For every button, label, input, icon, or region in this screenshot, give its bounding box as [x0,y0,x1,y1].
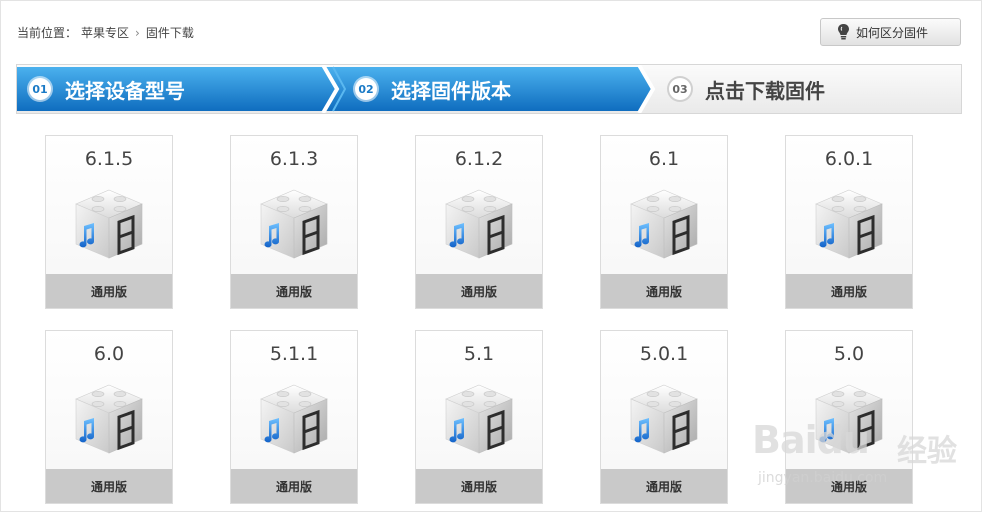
ipsw-cube-icon [812,186,886,262]
firmware-type-label: 通用版 [231,274,357,308]
firmware-version: 6.1.2 [454,148,504,170]
firmware-card[interactable]: 5.0.1 通用版 [600,330,728,504]
ipsw-cube-icon [442,381,516,457]
firmware-type-label: 通用版 [601,274,727,308]
firmware-type-label: 通用版 [46,274,172,308]
firmware-version: 6.1 [648,148,680,170]
firmware-card[interactable]: 5.1.1 通用版 [230,330,358,504]
firmware-type-label: 通用版 [46,469,172,503]
ipsw-cube-icon [257,186,331,262]
ipsw-cube-icon [627,186,701,262]
step-label: 点击下载固件 [705,78,825,103]
watermark-brand: Baidu [752,418,870,462]
step-label: 选择固件版本 [391,78,511,103]
how-to-distinguish-firmware-button[interactable]: 如何区分固件 [820,18,961,46]
ipsw-cube-icon [72,186,146,262]
step-select-firmware-version[interactable]: 02 选择固件版本 [355,65,511,113]
firmware-card[interactable]: 6.1.3 通用版 [230,135,358,309]
firmware-card[interactable]: 6.0.1 通用版 [785,135,913,309]
firmware-type-label: 通用版 [601,469,727,503]
watermark-brand-cn: 经验 [897,434,957,469]
step-select-device[interactable]: 01 选择设备型号 [29,65,185,113]
firmware-version: 5.0 [833,343,865,365]
breadcrumb-item-apple-zone[interactable]: 苹果专区 [81,24,129,41]
firmware-version: 5.1.1 [269,343,319,365]
ipsw-cube-icon [257,381,331,457]
step-number: 01 [29,78,51,100]
firmware-version: 5.0.1 [639,343,689,365]
lightbulb-icon [838,24,849,40]
step-number: 03 [669,78,691,100]
step-progress-bar: 01 选择设备型号 02 选择固件版本 03 点击下载固件 [16,64,962,114]
breadcrumb-item-firmware-download[interactable]: 固件下载 [146,24,194,41]
baidu-jingyan-watermark: Baidu 经验 jingyan.baidu.com [752,418,972,498]
firmware-card[interactable]: 6.1.5 通用版 [45,135,173,309]
firmware-version: 5.1 [463,343,495,365]
firmware-version: 6.1.5 [84,148,134,170]
firmware-card[interactable]: 6.1.2 通用版 [415,135,543,309]
firmware-card[interactable]: 6.0 通用版 [45,330,173,504]
breadcrumb: 当前位置： 苹果专区 › 固件下载 [17,24,194,41]
step-number: 02 [355,78,377,100]
firmware-card[interactable]: 5.1 通用版 [415,330,543,504]
help-button-label: 如何区分固件 [856,25,929,40]
watermark-url: jingyan.baidu.com [758,470,888,486]
breadcrumb-prefix: 当前位置： [17,26,78,40]
firmware-version: 6.0 [93,343,125,365]
ipsw-cube-icon [442,186,516,262]
firmware-version: 6.0.1 [824,148,874,170]
firmware-type-label: 通用版 [786,274,912,308]
firmware-version: 6.1.3 [269,148,319,170]
ipsw-cube-icon [72,381,146,457]
firmware-type-label: 通用版 [416,469,542,503]
step-download-firmware: 03 点击下载固件 [669,65,825,113]
firmware-card[interactable]: 6.1 通用版 [600,135,728,309]
step-label: 选择设备型号 [65,78,185,103]
firmware-type-label: 通用版 [231,469,357,503]
firmware-type-label: 通用版 [416,274,542,308]
ipsw-cube-icon [627,381,701,457]
breadcrumb-separator: › [135,25,140,40]
